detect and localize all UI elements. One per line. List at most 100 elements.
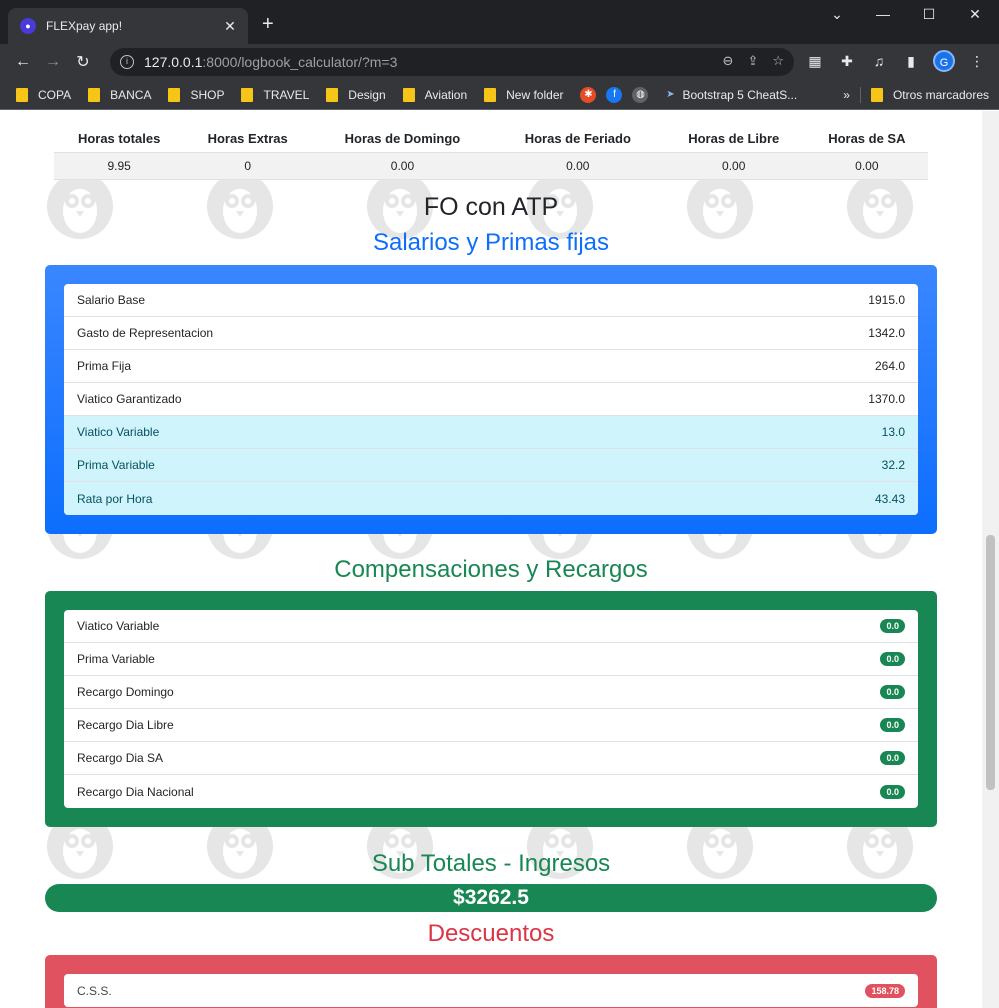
bookmark-label: COPA [38,87,72,102]
close-window-button[interactable]: ✕ [952,6,998,23]
value-badge: 0.0 [880,751,905,765]
forward-icon[interactable]: → [38,53,68,71]
bookmark-facebook-icon[interactable]: f [606,86,626,103]
list-item: Recargo Dia Nacional 0.0 [64,775,918,808]
bookmark-label: SHOP [190,87,225,102]
reload-icon[interactable]: ↻ [68,52,98,72]
bookmark-label: TRAVEL [263,87,310,102]
compensaciones-card: Viatico Variable 0.0 Prima Variable 0.0 Re… [45,591,937,827]
tab-title: FLEXpay app! [46,19,123,33]
list-item: Rata por Hora 43.43 [64,482,918,515]
compensaciones-list: Viatico Variable 0.0 Prima Variable 0.0 Re… [64,610,918,808]
value-badge: 158.78 [865,983,905,998]
list-item: Recargo Dia Libre 0.0 [64,709,918,742]
folder-icon [88,87,101,102]
folder-icon [168,87,181,102]
salarios-list: Salario Base 1915.0 Gasto de Representaci… [64,284,918,515]
side-panel-icon[interactable]: ▮ [900,50,922,72]
item-value: 1342.0 [868,326,905,340]
compensaciones-heading: Compensaciones y Recargos [334,556,648,583]
salarios-card: Salario Base 1915.0 Gasto de Representaci… [45,265,937,534]
value-badge: 0.0 [880,685,905,699]
folder-icon [16,87,28,102]
minimize-button[interactable]: — [860,6,906,22]
item-label: Prima Variable [77,652,155,666]
salarios-heading: Salarios y Primas fijas [372,229,610,256]
item-label: Recargo Dia SA [77,751,164,765]
bookmark-bootstrap[interactable]: ➤ Bootstrap 5 CheatS... [662,87,797,103]
address-bar[interactable]: i 127.0.0.1:8000/logbook_calculator/?m=3… [110,48,794,76]
bookmark-label: BANCA [110,87,152,102]
bookmark-design[interactable]: Design [326,87,386,102]
folder-icon [241,87,254,102]
list-item: Viatico Variable 13.0 [64,416,918,449]
media-control-icon[interactable]: ♫ [868,50,890,72]
browser-tab[interactable]: ● FLEXpay app! ✕ [8,8,248,44]
arrow-icon: ➤ [666,88,675,100]
bookmark-label: New folder [506,87,564,102]
share-icon[interactable]: ⇪ [747,53,758,69]
item-label: Prima Fija [77,359,132,373]
descuentos-heading: Descuentos [427,920,555,947]
table-cell: 0.00 [493,152,662,180]
bookmark-label: Aviation [424,87,468,102]
item-value: 1915.0 [868,293,905,307]
bookmark-label: Design [348,87,386,102]
more-bookmarks-icon[interactable]: » [843,88,850,102]
subtotal-bar: $3262.5 [45,884,937,912]
table-cell: 0 [184,152,312,180]
bookmarks-bar: COPA BANCA SHOP TRAVEL Design Aviation N… [0,80,999,110]
extension-g-icon[interactable]: ▦ [804,50,826,72]
value-badge: 0.0 [880,718,905,732]
col-horas-totales: Horas totales [54,126,185,153]
new-tab-button[interactable]: + [262,14,274,34]
zoom-icon[interactable]: ⊖ [723,53,734,69]
bookmark-copa[interactable]: COPA [16,87,72,102]
back-icon[interactable]: ← [8,53,38,71]
folder-icon [870,88,883,102]
extensions-puzzle-icon[interactable]: ✚ [836,50,858,72]
descuentos-card: C.S.S. 158.78 [45,955,937,1008]
scrollbar-thumb[interactable] [986,535,995,790]
bookmark-new-folder[interactable]: New folder [484,87,564,102]
page-viewport: Horas totales Horas Extras Horas de Domi… [0,111,999,1008]
bookmark-aviation[interactable]: Aviation [402,87,468,102]
bookmark-star-icon[interactable]: ☆ [772,53,784,69]
item-label: Viatico Garantizado [77,392,182,406]
profile-avatar[interactable]: G [933,50,955,72]
page-title: FO con ATP [423,193,559,221]
table-cell: 9.95 [54,152,185,180]
bookmark-banca[interactable]: BANCA [88,87,152,102]
bookmark-shop[interactable]: SHOP [168,87,225,102]
item-value: 264.0 [874,359,905,373]
bookmark-travel[interactable]: TRAVEL [241,87,310,102]
item-label: Recargo Dia Libre [77,718,174,732]
value-badge: 0.0 [880,619,905,633]
folder-icon [484,87,497,102]
maximize-button[interactable]: ☐ [906,6,952,23]
scrollbar[interactable] [982,111,999,1008]
item-label: Recargo Dia Nacional [77,784,194,799]
site-info-icon[interactable]: i [120,55,134,69]
subtotal-heading: Sub Totales - Ingresos [371,850,611,877]
item-label: Viatico Variable [77,425,160,439]
bookmark-label: Otros marcadores [892,88,989,102]
item-value: 1370.0 [868,392,905,406]
bookmark-otros[interactable]: Otros marcadores [870,88,989,102]
item-label: Prima Variable [77,458,155,472]
list-item: Prima Fija 264.0 [64,350,918,383]
value-badge: 0.0 [880,784,905,799]
item-label: Gasto de Representacion [77,326,214,340]
item-label: Rata por Hora [77,491,153,506]
favicon-icon: ● [20,18,36,34]
list-item: Recargo Domingo 0.0 [64,676,918,709]
menu-kebab-icon[interactable]: ⋮ [966,50,988,72]
list-item: Recargo Dia SA 0.0 [64,742,918,775]
close-tab-icon[interactable]: ✕ [222,18,238,35]
bookmark-globe-icon[interactable]: ◍ [632,86,652,103]
tab-search-icon[interactable]: ⌄ [814,6,860,23]
bookmark-joomla-icon[interactable]: ✱ [580,86,600,103]
col-horas-libre: Horas de Libre [661,126,806,153]
col-horas-domingo: Horas de Domingo [311,126,494,153]
item-label: Viatico Variable [77,619,160,633]
